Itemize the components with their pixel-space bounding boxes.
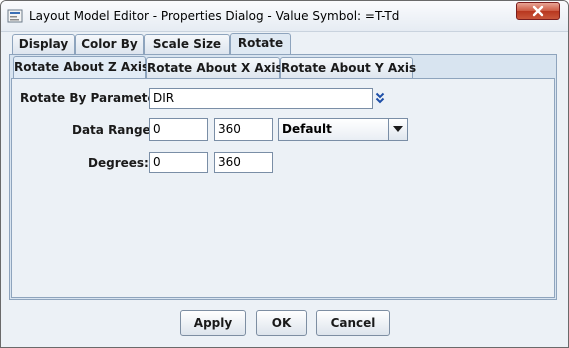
tab-display[interactable]: Display [12,34,75,54]
rotate-by-parameter-label: Rotate By Parameter: [20,91,167,105]
ok-button[interactable]: OK [256,310,307,336]
properties-dialog-window: Layout Model Editor - Properties Dialog … [0,0,569,348]
degrees-max-field[interactable]: 360 [214,152,273,173]
data-range-max-field[interactable]: 360 [214,118,273,141]
double-chevron-down-icon[interactable] [375,92,385,104]
chevron-down-icon [393,126,403,132]
degrees-min-field[interactable]: 0 [149,152,208,173]
tab-rotate[interactable]: Rotate [230,33,291,54]
data-range-mode-dropdown[interactable]: Default [278,118,408,141]
app-icon [7,9,23,23]
tab-rotate-about-x-axis[interactable]: Rotate About X Axis [146,57,283,79]
close-button[interactable] [516,2,560,20]
tab-rotate-about-z-axis[interactable]: Rotate About Z Axis [13,56,149,79]
cancel-button[interactable]: Cancel [316,310,390,336]
data-range-min-field[interactable]: 0 [149,118,208,141]
apply-button[interactable]: Apply [180,310,246,336]
rotate-tab-panel: Rotate About Z Axis Rotate About X Axis … [9,54,557,300]
data-range-mode-value: Default [282,122,332,136]
title-bar[interactable]: Layout Model Editor - Properties Dialog … [1,1,568,32]
dropdown-arrow-button[interactable] [388,119,407,140]
data-range-label: Data Range: [72,123,156,137]
tab-scale-size[interactable]: Scale Size [144,34,230,54]
degrees-label: Degrees: [88,156,149,170]
tab-color-by[interactable]: Color By [75,34,144,54]
rotate-by-parameter-field[interactable]: DIR [149,88,373,109]
rotate-about-z-panel: Rotate By Parameter: DIR Data Range: 0 3… [11,78,555,298]
tab-rotate-about-y-axis[interactable]: Rotate About Y Axis [280,57,416,79]
window-title: Layout Model Editor - Properties Dialog … [29,9,400,23]
close-icon [532,5,544,17]
